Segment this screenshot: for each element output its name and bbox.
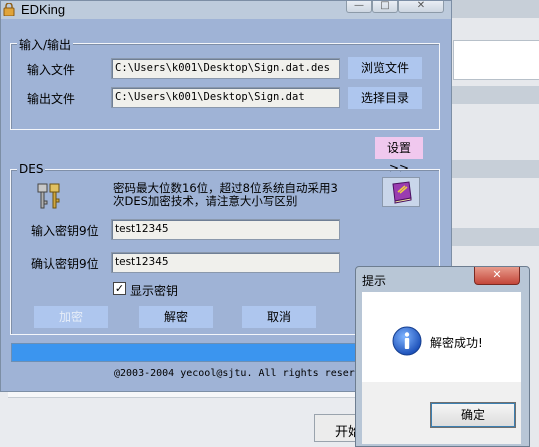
minimize-button[interactable]: —	[346, 1, 372, 13]
input-file-field[interactable]: C:\Users\k001\Desktop\Sign.dat.des	[111, 58, 340, 79]
key-field[interactable]: test12345	[111, 219, 340, 240]
choose-directory-button[interactable]: 选择目录	[348, 87, 422, 109]
dialog-body: 解密成功!	[362, 292, 521, 382]
decrypt-button[interactable]: 解密	[139, 306, 213, 328]
input-file-label: 输入文件	[27, 63, 76, 77]
copyright-text: @2003-2004 yecool@sjtu. All rights reser…	[114, 368, 373, 379]
confirm-key-field[interactable]: test12345	[111, 252, 340, 273]
output-file-label: 输出文件	[27, 92, 76, 106]
encrypt-button[interactable]: 加密	[34, 306, 108, 328]
background-bar	[441, 228, 539, 246]
browse-file-button[interactable]: 浏览文件	[348, 57, 422, 79]
key-label: 输入密钥9位	[31, 224, 99, 238]
des-note: 密码最大位数16位，超过8位系统自动采用3次DES加密技术，请注意大小写区别	[113, 181, 338, 208]
maximize-button[interactable]: □	[372, 1, 398, 13]
info-icon	[392, 326, 422, 356]
des-group-legend: DES	[17, 162, 46, 176]
window-title: EDKing	[21, 2, 66, 17]
message-dialog: 提示 ✕ 解密成功! 确定	[355, 266, 530, 447]
background-pane	[453, 40, 539, 80]
background-bar	[441, 0, 539, 18]
title-bar[interactable]: EDKing — □ ✕	[1, 1, 451, 19]
keys-icon	[37, 183, 60, 209]
io-group-legend: 输入/输出	[17, 36, 74, 53]
show-key-checkbox[interactable]: ✓	[113, 282, 126, 295]
settings-button[interactable]: 设置 >>	[375, 137, 423, 175]
lock-icon	[3, 3, 15, 16]
dialog-title: 提示	[362, 274, 387, 288]
dialog-close-button[interactable]: ✕	[474, 267, 520, 285]
ok-button[interactable]: 确定	[430, 402, 516, 428]
background-bar	[441, 86, 539, 104]
dialog-message: 解密成功!	[430, 336, 483, 350]
confirm-key-label: 确认密钥9位	[31, 257, 99, 271]
book-icon	[392, 181, 412, 204]
background-bar	[441, 160, 539, 178]
help-book-button[interactable]	[382, 177, 420, 207]
cancel-button[interactable]: 取消	[242, 306, 316, 328]
output-file-field[interactable]: C:\Users\k001\Desktop\Sign.dat	[111, 87, 340, 108]
dialog-footer: 确定	[362, 382, 521, 444]
close-button[interactable]: ✕	[398, 1, 444, 13]
show-key-label: 显示密钥	[130, 284, 179, 298]
